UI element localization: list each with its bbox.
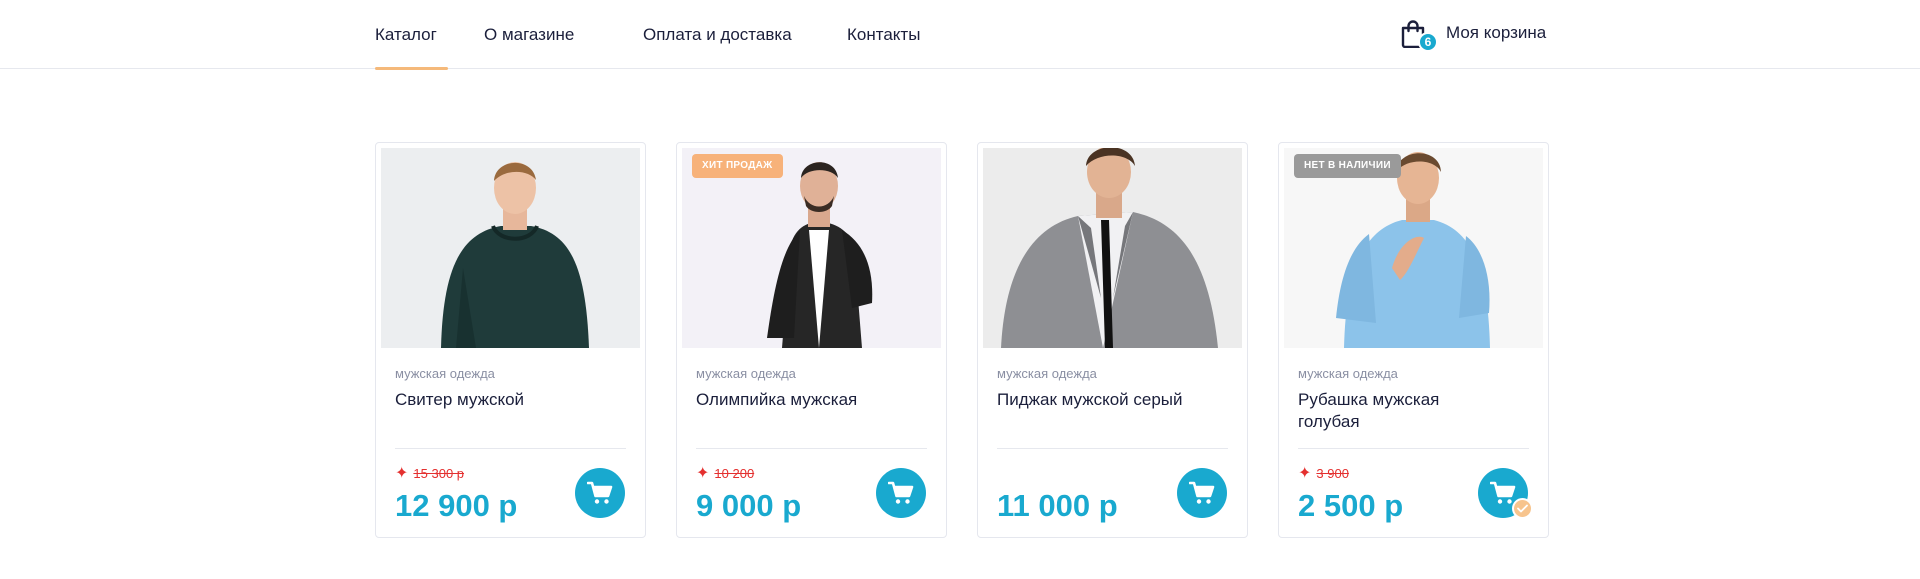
add-to-cart-button[interactable] bbox=[1478, 468, 1533, 519]
product-price: 11 000 р bbox=[997, 488, 1118, 523]
product-category: мужская одежда bbox=[997, 366, 1097, 381]
product-card[interactable]: ХИТ ПРОДАЖ мужская одежда Олимпийка мужс… bbox=[676, 142, 947, 538]
in-cart-check-icon bbox=[1512, 498, 1533, 519]
cart-icon bbox=[888, 481, 914, 504]
product-price: 12 900 р bbox=[395, 488, 518, 523]
product-image[interactable]: ХИТ ПРОДАЖ bbox=[682, 148, 941, 348]
nav-item-label: Оплата и доставка bbox=[643, 24, 792, 44]
product-card[interactable]: мужская одежда Свитер мужской ✦ 15 300 р… bbox=[375, 142, 646, 538]
product-price: 2 500 р bbox=[1298, 488, 1404, 523]
product-image[interactable] bbox=[983, 148, 1242, 348]
nav-item-about[interactable]: О магазине bbox=[484, 0, 595, 69]
main-nav: Каталог О магазине Оплата и доставка Кон… bbox=[375, 0, 927, 70]
old-price-value: 15 300 р bbox=[413, 466, 465, 481]
product-title[interactable]: Пиджак мужской серый bbox=[997, 389, 1197, 411]
nav-item-label: Контакты bbox=[847, 24, 921, 44]
cart-link[interactable]: 6 Моя корзина bbox=[1400, 16, 1547, 52]
site-header: Каталог О магазине Оплата и доставка Кон… bbox=[0, 0, 1920, 70]
product-category: мужская одежда bbox=[1298, 366, 1398, 381]
product-category: мужская одежда bbox=[696, 366, 796, 381]
nav-item-catalog[interactable]: Каталог bbox=[375, 0, 448, 70]
old-price: ✦ 3 900 bbox=[1298, 465, 1349, 482]
cart-icon bbox=[587, 481, 613, 504]
product-title[interactable]: Рубашка мужская голубая bbox=[1298, 389, 1498, 433]
product-image[interactable] bbox=[381, 148, 640, 348]
product-image[interactable]: НЕТ В НАЛИЧИИ bbox=[1284, 148, 1543, 348]
cart-count-badge: 6 bbox=[1418, 32, 1438, 52]
divider bbox=[696, 448, 927, 449]
cart-icon bbox=[1189, 481, 1215, 504]
product-title[interactable]: Олимпийка мужская bbox=[696, 389, 896, 411]
product-price: 9 000 р bbox=[696, 488, 802, 523]
out-of-stock-badge: НЕТ В НАЛИЧИИ bbox=[1294, 154, 1401, 178]
product-category: мужская одежда bbox=[395, 366, 495, 381]
product-title[interactable]: Свитер мужской bbox=[395, 389, 595, 411]
old-price: ✦ 15 300 р bbox=[395, 465, 465, 482]
shopping-bag-icon: 6 bbox=[1400, 18, 1438, 52]
discount-star-icon: ✦ bbox=[696, 465, 710, 482]
divider bbox=[997, 448, 1228, 449]
discount-star-icon: ✦ bbox=[1298, 465, 1312, 482]
nav-item-label: О магазине bbox=[484, 24, 575, 44]
product-card[interactable]: мужская одежда Пиджак мужской серый 11 0… bbox=[977, 142, 1248, 538]
cart-icon bbox=[1490, 481, 1516, 504]
add-to-cart-button[interactable] bbox=[1177, 468, 1227, 518]
divider bbox=[1298, 448, 1529, 449]
nav-item-label: Каталог bbox=[375, 24, 437, 44]
nav-item-payment-delivery[interactable]: Оплата и доставка bbox=[643, 0, 810, 69]
cart-label: Моя корзина bbox=[1446, 23, 1547, 42]
old-price: ✦ 10 200 bbox=[696, 465, 755, 482]
add-to-cart-button[interactable] bbox=[575, 468, 625, 518]
product-card[interactable]: НЕТ В НАЛИЧИИ мужская одежда Рубашка муж… bbox=[1278, 142, 1549, 538]
add-to-cart-button[interactable] bbox=[876, 468, 926, 518]
old-price-value: 10 200 bbox=[714, 466, 755, 481]
nav-item-contacts[interactable]: Контакты bbox=[847, 0, 927, 69]
old-price-value: 3 900 bbox=[1316, 466, 1349, 481]
product-grid: мужская одежда Свитер мужской ✦ 15 300 р… bbox=[375, 142, 1549, 538]
discount-star-icon: ✦ bbox=[395, 465, 409, 482]
divider bbox=[395, 448, 626, 449]
bestseller-badge: ХИТ ПРОДАЖ bbox=[692, 154, 783, 178]
